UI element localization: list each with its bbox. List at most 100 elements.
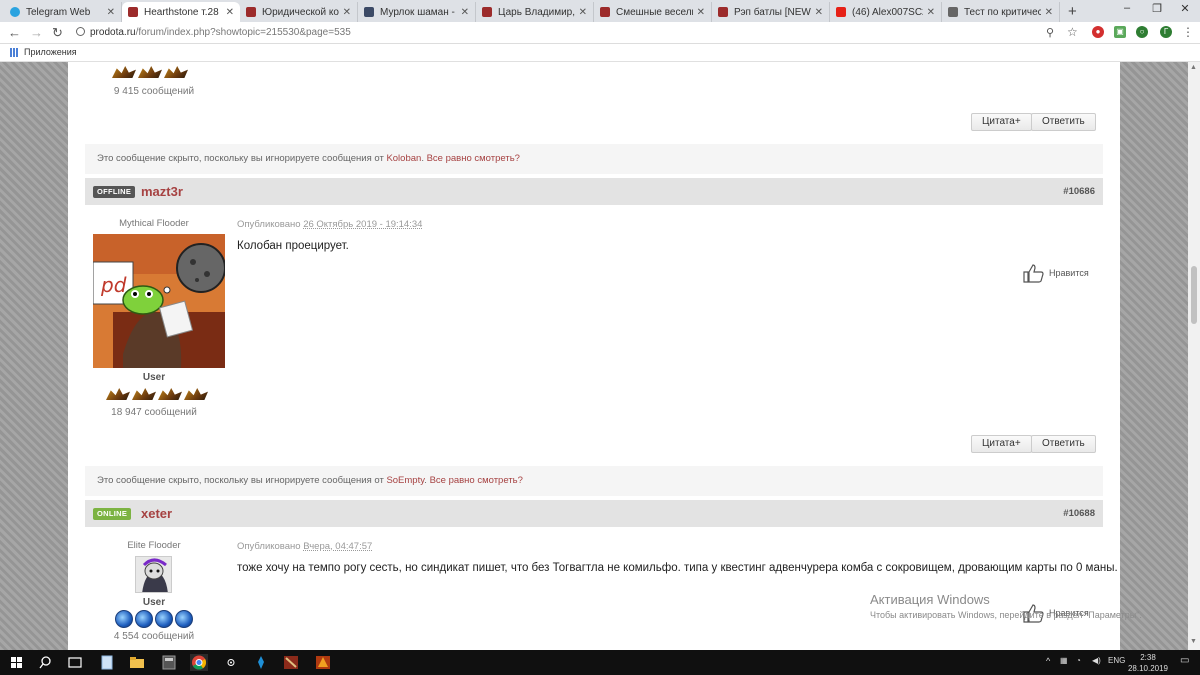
post-body: Колобан проецирует.: [237, 240, 349, 252]
status-badge: OFFLINE: [93, 186, 136, 198]
member-group: User: [142, 372, 166, 383]
menu-icon[interactable]: ⋮: [1182, 25, 1194, 39]
reply-button[interactable]: Ответить: [1031, 113, 1096, 131]
apps-bookmark[interactable]: Приложения: [10, 47, 77, 57]
close-tab-icon[interactable]: ✕: [579, 7, 587, 18]
quote-button[interactable]: Цитата+: [971, 435, 1032, 453]
wifi-icon[interactable]: ◔: [1076, 656, 1081, 665]
tab-hearthstone[interactable]: Hearthstone т.28 | Nov ✕: [122, 2, 240, 22]
close-window-button[interactable]: ✕: [1170, 2, 1200, 15]
ignored-user-link[interactable]: Koloban: [386, 153, 421, 164]
warcraft-icon[interactable]: [314, 654, 332, 671]
prodota-icon: [482, 7, 492, 17]
post-count: 4 554 сообщений: [113, 631, 195, 642]
rank-wing-icon: [138, 64, 162, 80]
post-number[interactable]: #10686: [1063, 186, 1095, 197]
search-icon[interactable]: [38, 654, 56, 671]
maximize-button[interactable]: ❐: [1142, 2, 1172, 15]
author-name[interactable]: mazt3r: [141, 184, 183, 199]
tab-funny[interactable]: Смешные веселинки ✕: [594, 2, 712, 22]
tab-youtube[interactable]: (46) Alex007SC2 - YouT ✕: [830, 2, 942, 22]
close-tab-icon[interactable]: ✕: [343, 7, 351, 18]
close-tab-icon[interactable]: ✕: [1045, 7, 1053, 18]
notifications-icon[interactable]: ▭: [1180, 655, 1189, 666]
post-date: Опубликовано 26 Октябрь 2019 - 19:14:34: [237, 219, 423, 230]
close-tab-icon[interactable]: ✕: [461, 7, 469, 18]
volume-icon[interactable]: ◀): [1092, 656, 1101, 665]
post-count: 9 415 сообщений: [113, 86, 195, 97]
windows-taskbar: ^ ▦ ◔ ◀) ENG 2:38 28.10.2019 ▭: [0, 650, 1200, 675]
bookmark-star-icon[interactable]: ☆: [1067, 25, 1078, 39]
new-tab-button[interactable]: +: [1068, 3, 1077, 20]
calculator-icon[interactable]: [160, 654, 178, 671]
hidden-message-notice: Это сообщение скрыто, поскольку вы игнор…: [85, 466, 1103, 496]
quote-button[interactable]: Цитата+: [971, 113, 1032, 131]
opera-extension-icon[interactable]: ●: [1092, 26, 1104, 38]
avatar[interactable]: [135, 556, 172, 593]
windows-activation-watermark: Активация Windows Чтобы активировать Win…: [870, 592, 1142, 620]
profile-avatar[interactable]: Г: [1160, 26, 1172, 38]
telegram-icon: [10, 7, 20, 17]
reply-button[interactable]: Ответить: [1031, 435, 1096, 453]
tab-murloc[interactable]: Мурлок шаман - HSRe ✕: [358, 2, 476, 22]
notepad-icon[interactable]: [98, 654, 116, 671]
post-number[interactable]: #10688: [1063, 508, 1095, 519]
close-tab-icon[interactable]: ✕: [815, 7, 823, 18]
minimize-button[interactable]: –: [1112, 2, 1142, 14]
rank-icons: [112, 64, 188, 80]
url-field[interactable]: prodota.ru/forum/index.php?showtopic=215…: [90, 27, 351, 38]
like-button[interactable]: Нравится: [1023, 263, 1089, 283]
tab-test[interactable]: Тест по критическому ✕: [942, 2, 1060, 22]
task-view-icon[interactable]: [66, 654, 84, 671]
steam-icon[interactable]: [222, 654, 240, 671]
show-hidden-icons[interactable]: ^: [1046, 656, 1050, 666]
network-icon[interactable]: ▦: [1060, 656, 1068, 665]
show-anyway-link[interactable]: Все равно смотреть?: [430, 475, 523, 486]
extension-icon[interactable]: ▣: [1114, 26, 1126, 38]
extension-circle-icon[interactable]: ○: [1136, 26, 1148, 38]
member-title: Mythical Flooder: [119, 218, 189, 229]
close-tab-icon[interactable]: ✕: [226, 7, 234, 18]
avatar-image: [136, 557, 171, 592]
close-tab-icon[interactable]: ✕: [697, 7, 705, 18]
scroll-up-icon[interactable]: ▲: [1190, 64, 1197, 71]
close-tab-icon[interactable]: ✕: [927, 7, 935, 18]
dota-icon[interactable]: [282, 654, 300, 671]
avatar[interactable]: pd: [93, 234, 225, 368]
hidden-message-notice: Это сообщение скрыто, поскольку вы игнор…: [85, 144, 1103, 174]
thumbs-up-icon: [1023, 264, 1044, 283]
tab-rap[interactable]: Рэп батлы [NEW ERA, ✕: [712, 2, 830, 22]
scroll-down-icon[interactable]: ▼: [1190, 638, 1197, 645]
scrollbar-thumb[interactable]: [1191, 266, 1197, 324]
windows-start-icon[interactable]: [11, 657, 22, 668]
tab-tsar[interactable]: Царь Владимир, имен ✕: [476, 2, 594, 22]
ignored-user-link[interactable]: SoEmpty: [386, 475, 424, 486]
forward-icon[interactable]: →: [30, 25, 43, 40]
show-anyway-link[interactable]: Все равно смотреть?: [427, 153, 520, 164]
battlenet-icon[interactable]: [252, 654, 270, 671]
author-name[interactable]: xeter: [141, 506, 172, 521]
youtube-icon: [836, 7, 846, 17]
close-tab-icon[interactable]: ✕: [107, 7, 115, 18]
prodota-icon: [128, 7, 138, 17]
tab-legal[interactable]: Юридической консуль ✕: [240, 2, 358, 22]
chrome-icon[interactable]: [190, 654, 208, 671]
hsreplay-icon: [364, 7, 374, 17]
avatar-image: pd: [93, 234, 225, 368]
page-scrollbar[interactable]: ▲ ▼: [1188, 62, 1200, 650]
back-icon[interactable]: ←: [8, 25, 21, 40]
prodota-icon: [718, 7, 728, 17]
member-title: Elite Flooder: [127, 540, 181, 551]
language-indicator[interactable]: ENG: [1108, 656, 1125, 665]
system-clock[interactable]: 2:38 28.10.2019: [1127, 652, 1169, 674]
zoom-icon[interactable]: ⚲: [1046, 26, 1054, 39]
reload-icon[interactable]: ↻: [52, 25, 63, 41]
tab-telegram[interactable]: Telegram Web ✕: [4, 2, 122, 22]
info-icon[interactable]: [76, 27, 85, 36]
tab-bar: Telegram Web ✕ Hearthstone т.28 | Nov ✕ …: [0, 0, 1200, 22]
rank-wing-icon: [158, 386, 182, 402]
rank-orb-icon: [115, 610, 133, 628]
rank-icons: [115, 610, 193, 628]
address-bar: ← → ↻ prodota.ru/forum/index.php?showtop…: [0, 22, 1200, 44]
file-explorer-icon[interactable]: [128, 654, 146, 671]
